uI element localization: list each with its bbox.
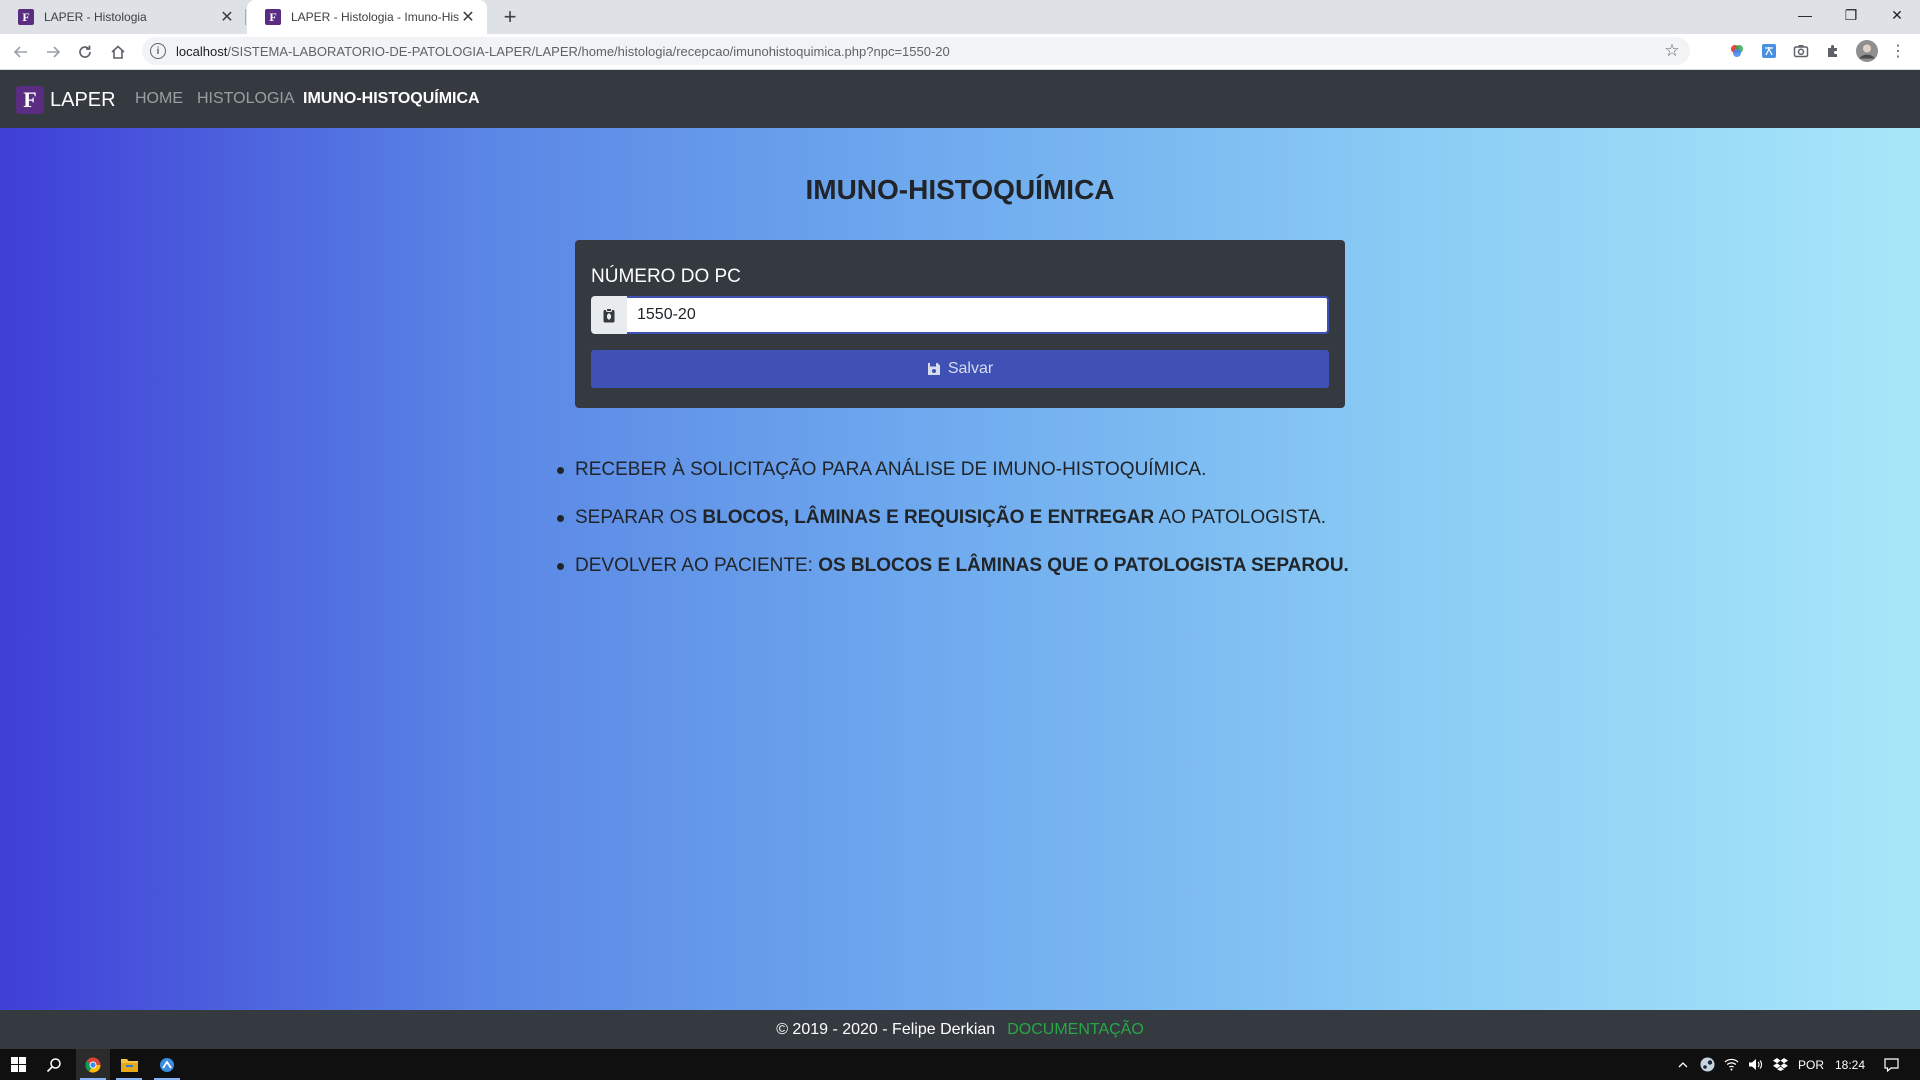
camera-extension-icon[interactable] bbox=[1792, 42, 1810, 60]
page-title: IMUNO-HISTOQUÍMICA bbox=[805, 174, 1115, 205]
instruction-text: SEPARAR OS bbox=[575, 507, 703, 528]
documentation-link[interactable]: DOCUMENTAÇÃO bbox=[1007, 1021, 1144, 1039]
profile-avatar-icon[interactable] bbox=[1856, 40, 1878, 62]
instruction-item: RECEBER À SOLICITAÇÃO PARA ANÁLISE DE IM… bbox=[557, 446, 1349, 494]
volume-icon[interactable] bbox=[1744, 1049, 1766, 1080]
instruction-emphasis: OS BLOCOS E LÂMINAS QUE O PATOLOGISTA SE… bbox=[818, 555, 1349, 576]
instruction-emphasis: BLOCOS, LÂMINAS E REQUISIÇÃO E ENTREGAR bbox=[702, 507, 1155, 528]
notifications-icon[interactable] bbox=[1876, 1049, 1906, 1080]
browser-tab-imuno-histoquimica[interactable]: F LAPER - Histologia - Imuno-Histoquímic… bbox=[247, 0, 487, 34]
app-taskbar-icon[interactable] bbox=[150, 1049, 184, 1080]
windows-taskbar: POR 18:24 bbox=[0, 1049, 1920, 1080]
bookmark-star-icon[interactable]: ☆ bbox=[1660, 41, 1684, 61]
browser-menu-icon[interactable]: ⋮ bbox=[1889, 42, 1907, 60]
browser-tab-strip: F LAPER - Histologia ✕ F LAPER - Histolo… bbox=[0, 0, 1920, 34]
instruction-item: DEVOLVER AO PACIENTE: OS BLOCOS E LÂMINA… bbox=[557, 542, 1349, 590]
save-button[interactable]: Salvar bbox=[591, 350, 1329, 388]
instruction-item: SEPARAR OS BLOCOS, LÂMINAS E REQUISIÇÃO … bbox=[557, 494, 1349, 542]
tab-close-icon[interactable]: ✕ bbox=[218, 8, 236, 26]
nav-home[interactable]: HOME bbox=[135, 90, 183, 108]
instruction-text: DEVOLVER AO PACIENTE: bbox=[575, 555, 819, 576]
footer-copyright: © 2019 - 2020 - Felipe Derkian bbox=[776, 1020, 996, 1038]
tab-title: LAPER - Histologia bbox=[44, 10, 147, 24]
window-close-icon[interactable]: ✕ bbox=[1874, 0, 1920, 30]
brand-link[interactable]: F LAPER bbox=[16, 86, 116, 114]
back-arrow-icon[interactable] bbox=[9, 40, 33, 64]
tray-chevron-up-icon[interactable] bbox=[1672, 1049, 1694, 1080]
browser-tab-histologia[interactable]: F LAPER - Histologia ✕ bbox=[0, 0, 246, 34]
color-extension-icon[interactable] bbox=[1728, 42, 1746, 60]
window-restore-icon[interactable]: ❐ bbox=[1828, 0, 1874, 30]
wifi-icon[interactable] bbox=[1720, 1049, 1742, 1080]
page-footer: © 2019 - 2020 - Felipe Derkian DOCUMENTA… bbox=[0, 1010, 1920, 1049]
new-tab-plus-icon[interactable]: + bbox=[498, 4, 522, 29]
forward-arrow-icon[interactable] bbox=[41, 40, 65, 64]
instruction-text: RECEBER À SOLICITAÇÃO PARA ANÁLISE DE IM… bbox=[575, 459, 1207, 480]
site-info-icon[interactable]: i bbox=[150, 43, 166, 59]
window-minimize-icon[interactable]: — bbox=[1782, 0, 1828, 30]
translate-extension-icon[interactable] bbox=[1760, 42, 1778, 60]
url-path: /SISTEMA-LABORATORIO-DE-PATOLOGIA-LAPER/… bbox=[227, 43, 950, 59]
pc-number-label: NÚMERO DO PC bbox=[591, 266, 741, 287]
pc-input-group bbox=[591, 296, 1329, 334]
laper-favicon-icon: F bbox=[18, 9, 34, 25]
steam-tray-icon[interactable] bbox=[1696, 1049, 1718, 1080]
clock[interactable]: 18:24 bbox=[1830, 1049, 1870, 1080]
pc-number-input[interactable] bbox=[627, 296, 1329, 334]
browser-toolbar: i localhost/SISTEMA-LABORATORIO-DE-PATOL… bbox=[0, 34, 1920, 70]
app-navbar: F LAPER HOME HISTOLOGIA IMUNO-HISTOQUÍMI… bbox=[0, 70, 1920, 128]
home-icon[interactable] bbox=[106, 40, 130, 64]
language-indicator[interactable]: POR bbox=[1794, 1049, 1828, 1080]
url-host: localhost bbox=[176, 43, 228, 59]
tab-close-icon[interactable]: ✕ bbox=[459, 8, 477, 26]
reload-icon[interactable] bbox=[73, 40, 97, 64]
tab-title: LAPER - Histologia - Imuno-Histoquímica bbox=[291, 10, 459, 24]
main-content: IMUNO-HISTOQUÍMICA NÚMERO DO PC Salvar bbox=[0, 128, 1920, 1010]
laper-logo-icon: F bbox=[16, 86, 44, 114]
instruction-text: AO PATOLOGISTA. bbox=[1154, 507, 1326, 528]
floppy-disk-icon bbox=[927, 363, 940, 375]
address-bar[interactable]: i localhost/SISTEMA-LABORATORIO-DE-PATOL… bbox=[142, 37, 1690, 65]
puzzle-extensions-icon[interactable] bbox=[1824, 42, 1842, 60]
pc-form-card: NÚMERO DO PC Salvar bbox=[575, 240, 1345, 408]
file-explorer-icon[interactable] bbox=[112, 1049, 146, 1080]
chrome-taskbar-icon[interactable] bbox=[76, 1049, 110, 1080]
clipboard-icon bbox=[591, 296, 627, 334]
instructions-list: RECEBER À SOLICITAÇÃO PARA ANÁLISE DE IM… bbox=[557, 446, 1349, 590]
search-icon[interactable] bbox=[38, 1049, 70, 1080]
dropbox-tray-icon[interactable] bbox=[1768, 1049, 1792, 1080]
brand-name: LAPER bbox=[50, 88, 116, 111]
url-text: localhost/SISTEMA-LABORATORIO-DE-PATOLOG… bbox=[176, 44, 1660, 59]
windows-start-icon[interactable] bbox=[0, 1049, 36, 1080]
save-button-label: Salvar bbox=[947, 360, 994, 377]
nav-imuno-histoquimica[interactable]: IMUNO-HISTOQUÍMICA bbox=[303, 90, 480, 108]
laper-favicon-icon: F bbox=[265, 9, 281, 25]
nav-histologia[interactable]: HISTOLOGIA bbox=[197, 90, 295, 108]
